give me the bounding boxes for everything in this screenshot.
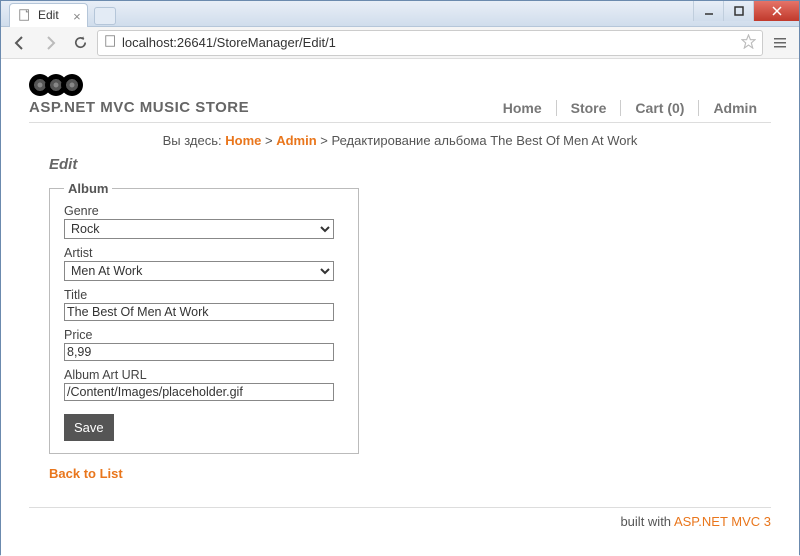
title-label: Title [64, 288, 344, 302]
browser-tab[interactable]: Edit × [9, 3, 88, 27]
footer-framework-link[interactable]: ASP.NET MVC 3 [674, 514, 771, 529]
main-nav: Home Store Cart (0) Admin [489, 100, 771, 116]
reload-button[interactable] [67, 30, 93, 56]
genre-label: Genre [64, 204, 344, 218]
close-window-button[interactable] [753, 1, 799, 21]
maximize-button[interactable] [723, 1, 753, 21]
breadcrumb-prefix: Вы здесь: [163, 133, 226, 148]
breadcrumb-sep: > [320, 133, 331, 148]
field-title: Title [64, 288, 344, 321]
page-heading: Edit [49, 156, 771, 173]
breadcrumb-home[interactable]: Home [225, 133, 261, 148]
chrome-menu-button[interactable] [767, 30, 793, 56]
breadcrumb-admin[interactable]: Admin [276, 133, 316, 148]
url-input[interactable] [122, 35, 737, 50]
new-tab-button[interactable] [94, 7, 116, 25]
arturl-input[interactable] [64, 383, 334, 401]
arturl-label: Album Art URL [64, 368, 344, 382]
logo-area: ASP.NET MVC MUSIC STORE [29, 73, 249, 116]
nav-admin[interactable]: Admin [699, 100, 771, 116]
breadcrumb-sep: > [265, 133, 276, 148]
nav-home[interactable]: Home [489, 100, 557, 116]
titlebar: Edit × [1, 1, 799, 27]
minimize-button[interactable] [693, 1, 723, 21]
fieldset-legend: Album [64, 181, 112, 196]
title-input[interactable] [64, 303, 334, 321]
price-label: Price [64, 328, 344, 342]
back-to-list-link[interactable]: Back to List [49, 466, 123, 481]
price-input[interactable] [64, 343, 334, 361]
artist-label: Artist [64, 246, 344, 260]
breadcrumb: Вы здесь: Home > Admin > Редактирование … [29, 127, 771, 154]
footer-text: built with [620, 514, 673, 529]
tab-close-icon[interactable]: × [73, 9, 81, 24]
nav-store[interactable]: Store [557, 100, 622, 116]
field-price: Price [64, 328, 344, 361]
globe-icon [104, 34, 118, 51]
nav-cart[interactable]: Cart (0) [621, 100, 699, 116]
logo-icon [29, 73, 101, 97]
site-title: ASP.NET MVC MUSIC STORE [29, 99, 249, 116]
window-controls [693, 1, 799, 21]
page-favicon-icon [18, 8, 32, 22]
bookmark-star-icon[interactable] [741, 34, 756, 52]
page-footer: built with ASP.NET MVC 3 [29, 507, 771, 529]
field-genre: Genre Rock [64, 204, 344, 239]
breadcrumb-current: Редактирование альбома The Best Of Men A… [332, 133, 638, 148]
genre-select[interactable]: Rock [64, 219, 334, 239]
field-artist: Artist Men At Work [64, 246, 344, 281]
tab-title: Edit [38, 8, 59, 22]
tabstrip: Edit × [1, 1, 116, 27]
page-content: ASP.NET MVC MUSIC STORE Home Store Cart … [1, 59, 799, 556]
browser-toolbar [1, 27, 799, 59]
site-header: ASP.NET MVC MUSIC STORE Home Store Cart … [29, 73, 771, 123]
browser-window: Edit × [0, 0, 800, 555]
artist-select[interactable]: Men At Work [64, 261, 334, 281]
save-button[interactable]: Save [64, 414, 114, 441]
forward-button[interactable] [37, 30, 63, 56]
field-arturl: Album Art URL [64, 368, 344, 401]
album-fieldset: Album Genre Rock Artist Men At Work Titl… [49, 181, 359, 454]
address-bar[interactable] [97, 30, 763, 56]
back-button[interactable] [7, 30, 33, 56]
